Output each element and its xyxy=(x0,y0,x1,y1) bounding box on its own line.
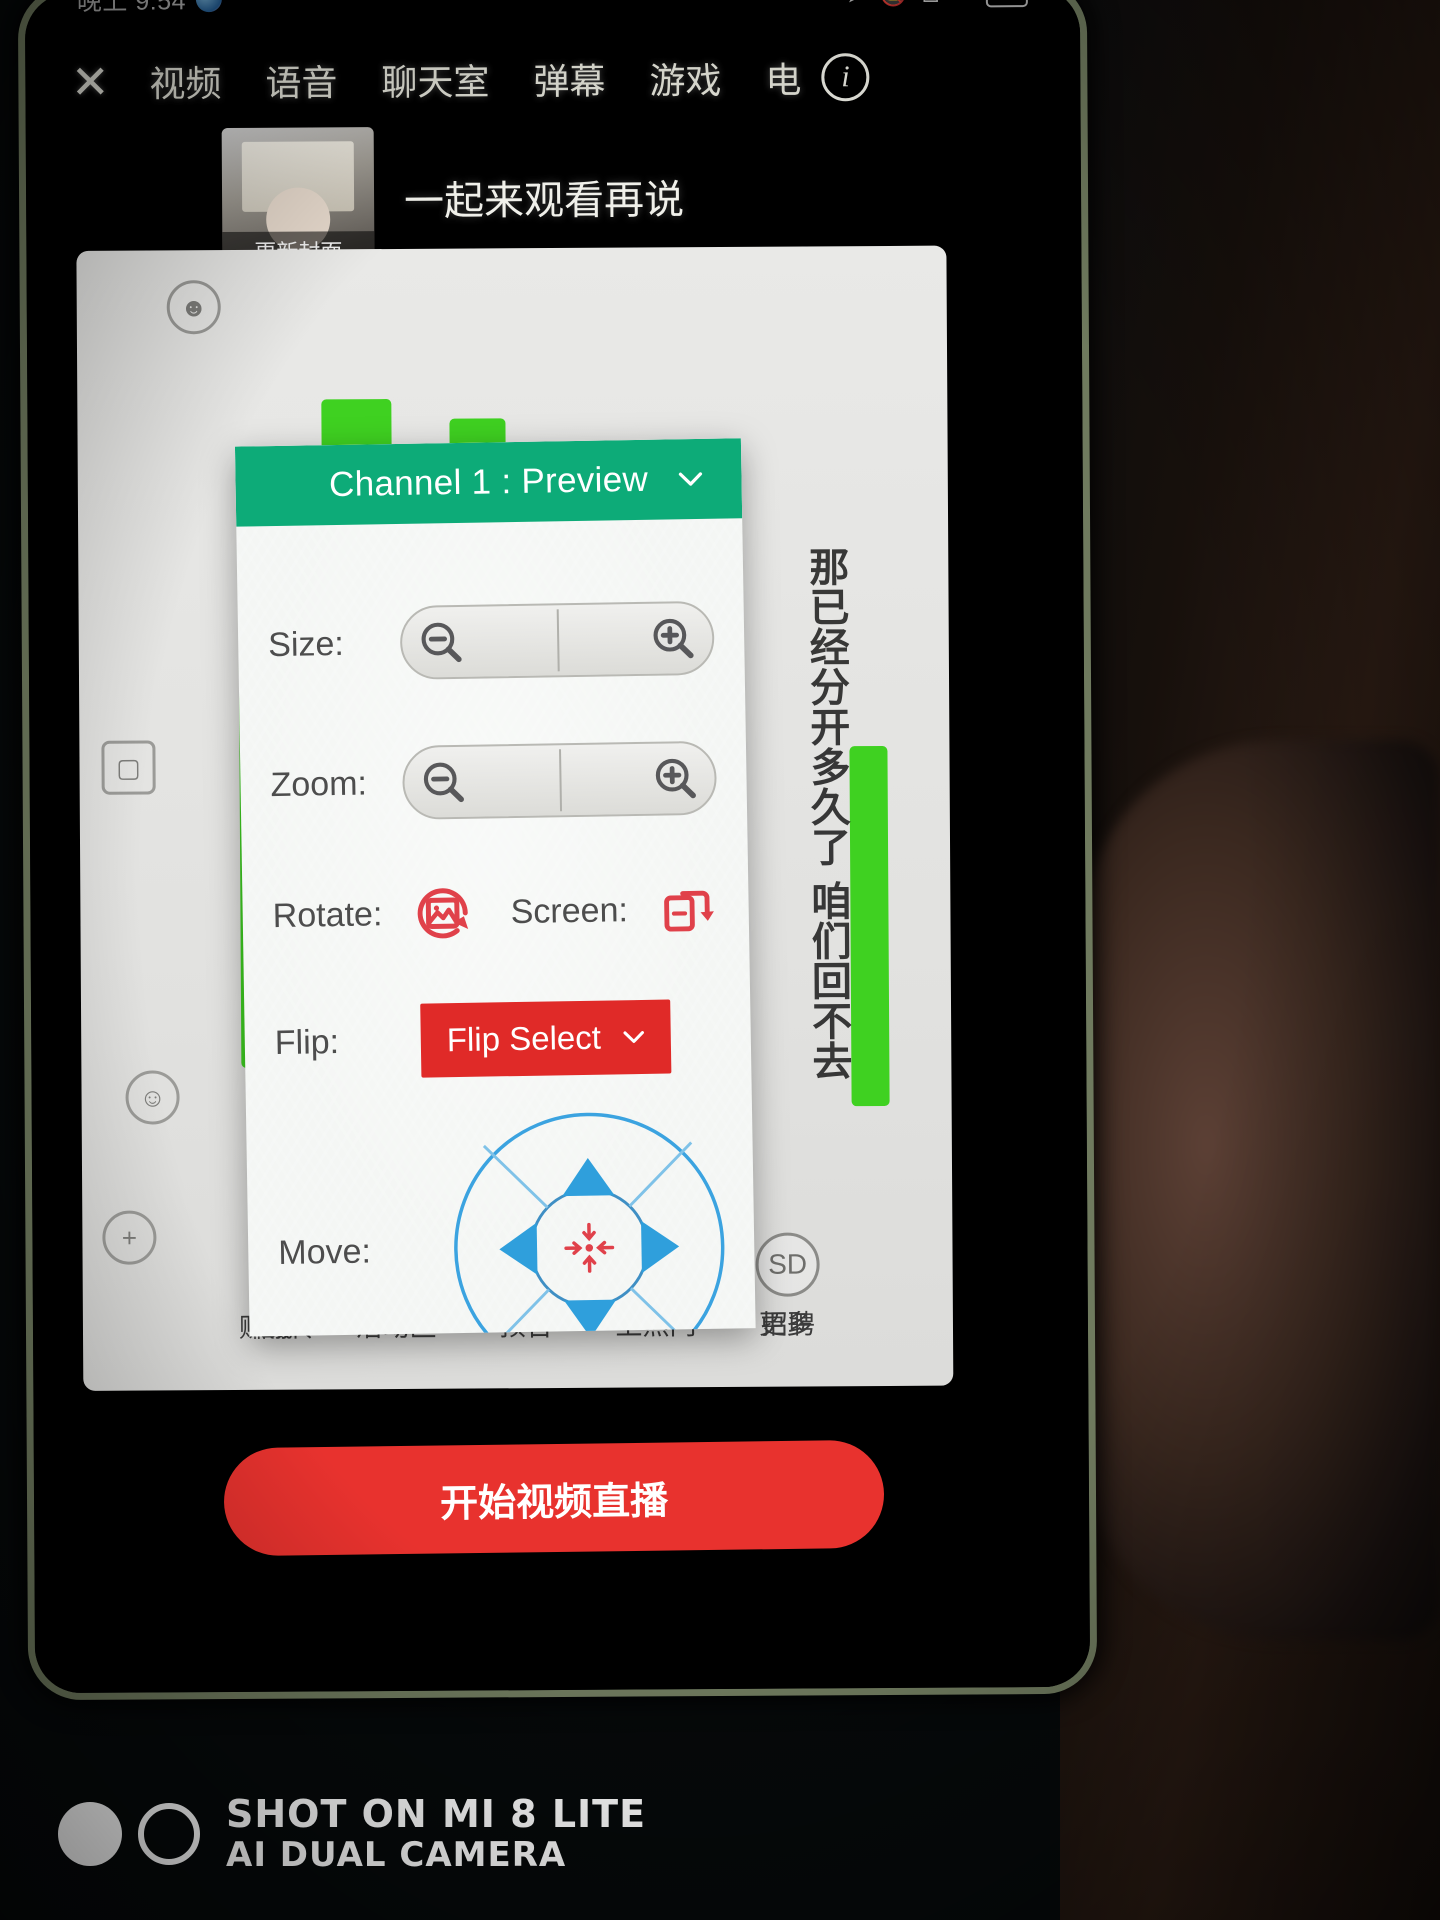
tab-danmaku[interactable]: 弹幕 xyxy=(511,53,627,106)
tab-game[interactable]: 游戏 xyxy=(627,52,743,105)
tab-voice[interactable]: 语音 xyxy=(243,54,359,107)
close-button[interactable]: ✕ xyxy=(53,56,127,108)
location-icon: ➤ xyxy=(847,0,866,7)
info-icon[interactable]: i xyxy=(821,53,870,102)
rotate-label: Rotate: xyxy=(272,894,383,935)
chevron-down-icon[interactable] xyxy=(675,464,705,494)
size-label: Size: xyxy=(267,624,345,664)
rotate-button[interactable] xyxy=(404,875,481,952)
camera-watermark: SHOT ON MI 8 LITE AI DUAL CAMERA xyxy=(58,1793,646,1874)
size-stepper[interactable] xyxy=(399,600,715,680)
stepper-divider xyxy=(559,749,563,812)
flip-row: Flip: Flip Select xyxy=(274,999,721,1080)
screen-rotate-button[interactable] xyxy=(651,872,726,947)
stepper-divider xyxy=(556,609,560,672)
size-increase-button[interactable] xyxy=(634,612,713,665)
status-bar-right: ➤ 🔕 ⊠ ▰ 45 xyxy=(847,0,1028,8)
screen-rotate-icon xyxy=(664,890,715,932)
tab-chatroom[interactable]: 聊天室 xyxy=(359,53,511,106)
lens-filled-icon xyxy=(58,1801,122,1866)
arrow-up-icon xyxy=(562,1157,615,1197)
square-icon[interactable]: ▢ xyxy=(101,740,156,795)
stream-title[interactable]: 一起来观看再说 xyxy=(404,167,684,227)
flip-label: Flip: xyxy=(274,1022,340,1062)
tab-video[interactable]: 视频 xyxy=(127,55,243,108)
watermark-text: SHOT ON MI 8 LITE AI DUAL CAMERA xyxy=(226,1793,646,1874)
finger-holding-phone xyxy=(1080,740,1440,1640)
start-live-button[interactable]: 开始视频直播 xyxy=(223,1439,885,1557)
zoom-increase-button[interactable] xyxy=(636,752,715,805)
arrow-left-icon xyxy=(499,1222,538,1275)
zoom-out-icon xyxy=(421,622,462,663)
camera-control-dialog: Channel 1 : Preview Size: Zoom: Rotate: … xyxy=(234,438,756,1337)
zoom-decrease-button[interactable] xyxy=(404,756,483,809)
dialog-title: Channel 1 : Preview xyxy=(328,459,649,505)
zoom-row: Zoom: xyxy=(270,740,718,822)
lens-outline-icon xyxy=(138,1802,200,1865)
dialog-header[interactable]: Channel 1 : Preview xyxy=(234,438,743,527)
phone-screen: 晚上 9:54 ➤ 🔕 ⊠ ▰ 45 ✕ 视频 语音 聊天室 弹幕 游戏 xyxy=(24,0,1091,1694)
dpad-graphic xyxy=(454,1112,725,1337)
chevron-down-icon xyxy=(623,1031,645,1043)
avatar-icon[interactable]: ☻ xyxy=(166,280,221,335)
center-align-icon xyxy=(564,1222,615,1273)
size-row: Size: xyxy=(267,600,715,682)
status-time: 晚上 9:54 xyxy=(76,0,187,16)
status-bar-left: 晚上 9:54 xyxy=(76,0,223,18)
rotate-screen-row: Rotate: Screen: xyxy=(272,871,719,954)
no-sim-icon: ⊠ xyxy=(921,0,940,7)
move-row: Move: xyxy=(276,1101,727,1337)
move-label: Move: xyxy=(277,1231,372,1272)
arrow-right-icon xyxy=(641,1220,680,1274)
mute-icon: 🔕 xyxy=(879,0,907,7)
face-icon[interactable]: ☺ xyxy=(125,1070,180,1125)
zoom-label: Zoom: xyxy=(270,763,368,804)
battery-indicator: 45 xyxy=(985,0,1028,8)
watermark-line-2: AI DUAL CAMERA xyxy=(226,1834,567,1875)
app-badge-icon xyxy=(195,0,223,13)
background-text: 那已经分开多久了 咱们回不去 xyxy=(802,546,852,1081)
move-dpad[interactable] xyxy=(442,1100,737,1337)
phone-device: 晚上 9:54 ➤ 🔕 ⊠ ▰ 45 ✕ 视频 语音 聊天室 弹幕 游戏 xyxy=(24,0,1091,1694)
flip-select-value: Flip Select xyxy=(446,1018,602,1059)
flip-select-dropdown[interactable]: Flip Select xyxy=(420,999,672,1078)
dialog-body: Size: Zoom: Rotate: Screen: Flip: Flip S… xyxy=(236,518,755,1337)
zoom-in-icon xyxy=(655,758,696,799)
size-decrease-button[interactable] xyxy=(402,616,481,669)
rotate-image-icon xyxy=(417,888,469,939)
zoom-out-icon xyxy=(423,762,464,803)
zoom-in-icon xyxy=(653,618,694,659)
tab-extra[interactable]: 电 xyxy=(743,51,811,103)
toolbar-label: 更多 xyxy=(758,1309,814,1340)
status-bar: 晚上 9:54 ➤ 🔕 ⊠ ▰ 45 xyxy=(25,0,1080,23)
watermark-line-1: SHOT ON MI 8 LITE xyxy=(226,1792,647,1837)
photograph-of-phone: 晚上 9:54 ➤ 🔕 ⊠ ▰ 45 ✕ 视频 语音 聊天室 弹幕 游戏 xyxy=(0,0,1440,1920)
zoom-stepper[interactable] xyxy=(401,740,718,820)
dual-camera-icon xyxy=(58,1801,200,1866)
top-nav-bar: ✕ 视频 语音 聊天室 弹幕 游戏 电 i xyxy=(25,35,1080,123)
screen-label: Screen: xyxy=(510,890,629,931)
wifi-icon: ▰ xyxy=(954,0,972,7)
hire-icon: SD xyxy=(755,1232,820,1297)
